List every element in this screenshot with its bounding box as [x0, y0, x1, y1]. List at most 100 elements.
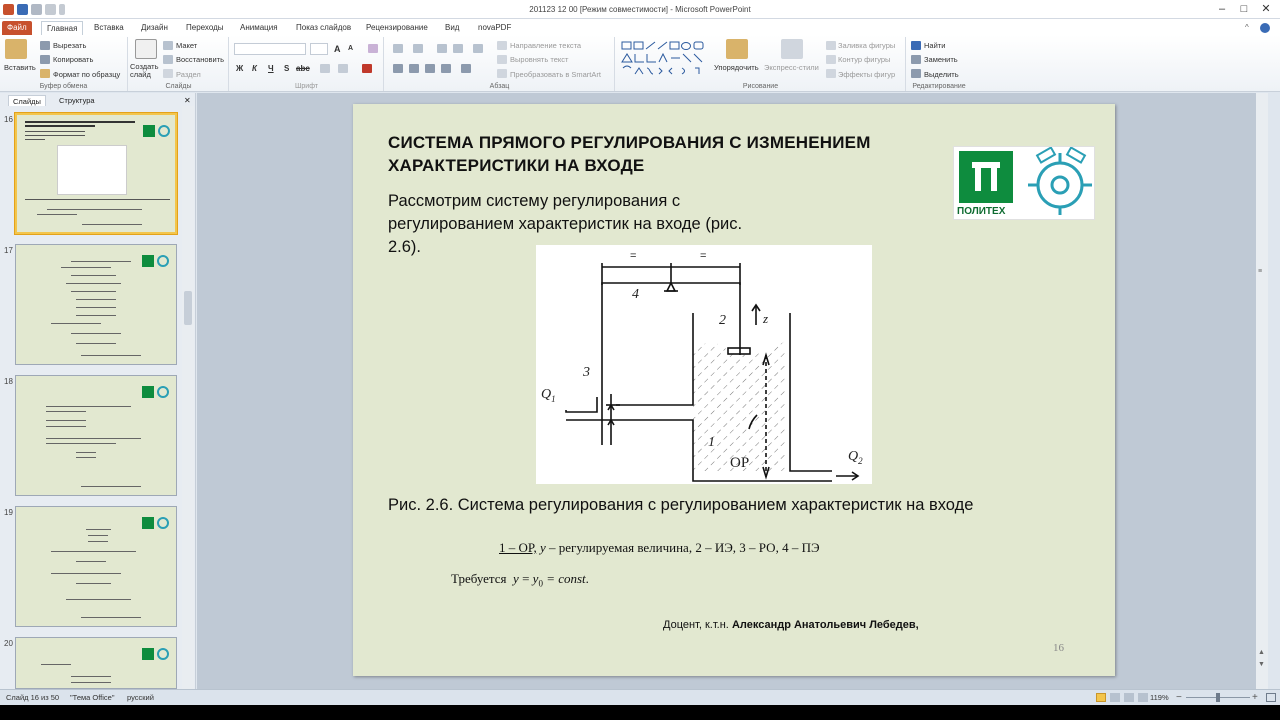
select-button[interactable]: Выделить	[924, 70, 959, 79]
normal-view-icon[interactable]	[1096, 693, 1106, 702]
shape-fill-button[interactable]: Заливка фигуры	[838, 41, 895, 50]
slide-sorter-icon[interactable]	[1110, 693, 1120, 702]
bold-button[interactable]: Ж	[236, 64, 243, 73]
smartart-icon[interactable]	[497, 69, 507, 78]
figure-caption[interactable]: Рис. 2.6. Система регулирования с регули…	[388, 496, 1088, 515]
requirement-line[interactable]: Требуется y = y0 = const.	[451, 571, 589, 589]
align-center-icon[interactable]	[409, 64, 419, 73]
zoom-slider-thumb[interactable]	[1216, 693, 1220, 702]
reset-button[interactable]: Восстановить	[176, 55, 224, 64]
line-spacing-icon[interactable]	[473, 44, 483, 53]
slide-thumbnail[interactable]	[15, 506, 177, 627]
tab-review[interactable]: Рецензирование	[361, 21, 433, 35]
font-name-field[interactable]	[234, 43, 306, 55]
new-slide-icon[interactable]	[135, 39, 157, 59]
prev-slide-icon[interactable]: ▲	[1258, 649, 1266, 659]
char-spacing-icon[interactable]	[320, 64, 330, 73]
numbering-icon[interactable]	[413, 44, 423, 53]
layout-button[interactable]: Макет	[176, 41, 197, 50]
change-case-icon[interactable]	[338, 64, 348, 73]
legend-line[interactable]: 1 – ОР, y – регулируемая величина, 2 – И…	[499, 540, 820, 556]
slide[interactable]: СИСТЕМА ПРЯМОГО РЕГУЛИРОВАНИЯ С ИЗМЕНЕНИ…	[353, 104, 1115, 676]
slide-thumbnail[interactable]	[14, 112, 178, 235]
underline-button[interactable]: Ч	[268, 64, 274, 73]
replace-icon[interactable]	[911, 55, 921, 64]
font-size-field[interactable]	[310, 43, 328, 55]
zoom-level[interactable]: 119%	[1150, 693, 1169, 702]
paste-button[interactable]: Вставить	[4, 63, 36, 72]
italic-button[interactable]: К	[252, 64, 257, 73]
slide-title[interactable]: СИСТЕМА ПРЯМОГО РЕГУЛИРОВАНИЯ С ИЗМЕНЕНИ…	[388, 131, 948, 177]
zoom-in-icon[interactable]: +	[1252, 692, 1258, 703]
align-text-button[interactable]: Выровнять текст	[510, 55, 568, 64]
fit-to-window-icon[interactable]	[1266, 693, 1276, 702]
shape-outline-button[interactable]: Контур фигуры	[838, 55, 890, 64]
tab-animation[interactable]: Анимация	[235, 21, 283, 35]
paste-icon[interactable]	[5, 39, 27, 59]
cut-button[interactable]: Вырезать	[53, 41, 86, 50]
tab-file[interactable]: Файл	[2, 21, 32, 35]
shape-fill-icon[interactable]	[826, 41, 836, 50]
slide-thumbnail[interactable]	[15, 244, 177, 365]
align-left-icon[interactable]	[393, 64, 403, 73]
decrease-indent-icon[interactable]	[437, 44, 447, 53]
author-line[interactable]: Доцент, к.т.н. Александр Анатольевич Леб…	[663, 619, 919, 631]
layout-icon[interactable]	[163, 41, 173, 50]
tab-home[interactable]: Главная	[41, 21, 84, 35]
find-button[interactable]: Найти	[924, 41, 945, 50]
slideshow-icon[interactable]	[1138, 693, 1148, 702]
text-direction-button[interactable]: Направление текста	[510, 41, 581, 50]
close-icon[interactable]: ✕	[1256, 2, 1276, 16]
scroll-split-icon[interactable]: ≡	[1258, 268, 1266, 278]
clear-format-icon[interactable]	[368, 44, 378, 53]
ribbon-collapse-icon[interactable]: ^	[1245, 23, 1255, 32]
shapes-gallery[interactable]	[620, 40, 706, 78]
status-language[interactable]: русский	[127, 693, 154, 702]
arrange-icon[interactable]	[726, 39, 748, 59]
format-painter-icon[interactable]	[40, 69, 50, 78]
tab-view[interactable]: Вид	[440, 21, 464, 35]
slide-thumbnail[interactable]	[15, 637, 177, 689]
editor-scrollbar[interactable]: ≡ ▲ ▼	[1256, 93, 1268, 689]
tab-novapdf[interactable]: novaPDF	[473, 21, 516, 35]
minimize-icon[interactable]: –	[1212, 2, 1232, 16]
find-icon[interactable]	[911, 41, 921, 50]
format-painter-button[interactable]: Формат по образцу	[53, 70, 120, 79]
close-panel-icon[interactable]: ✕	[184, 96, 191, 105]
smartart-button[interactable]: Преобразовать в SmartArt	[510, 70, 601, 79]
shrink-font-button[interactable]: A	[348, 45, 353, 52]
copy-button[interactable]: Копировать	[53, 55, 93, 64]
justify-icon[interactable]	[441, 64, 451, 73]
slide-thumbnail[interactable]	[15, 375, 177, 496]
maximize-icon[interactable]: □	[1234, 2, 1254, 16]
tab-slides-panel[interactable]: Слайды	[8, 95, 46, 106]
section-icon[interactable]	[163, 69, 173, 78]
align-text-icon[interactable]	[497, 55, 507, 64]
shape-effects-button[interactable]: Эффекты фигур	[838, 70, 895, 79]
align-right-icon[interactable]	[425, 64, 435, 73]
panel-scrollbar[interactable]	[182, 106, 194, 689]
tab-outline-panel[interactable]: Структура	[55, 95, 99, 106]
increase-indent-icon[interactable]	[453, 44, 463, 53]
quick-styles-button[interactable]: Экспресс-стили	[764, 63, 819, 72]
section-button[interactable]: Раздел	[176, 70, 201, 79]
copy-icon[interactable]	[40, 55, 50, 64]
reading-view-icon[interactable]	[1124, 693, 1134, 702]
next-slide-icon[interactable]: ▼	[1258, 661, 1266, 671]
bullets-icon[interactable]	[393, 44, 403, 53]
help-icon[interactable]	[1260, 23, 1270, 33]
zoom-out-icon[interactable]: −	[1176, 692, 1182, 703]
status-theme[interactable]: "Тема Office"	[70, 693, 115, 702]
quick-styles-icon[interactable]	[781, 39, 803, 59]
tab-slideshow[interactable]: Показ слайдов	[291, 21, 356, 35]
arrange-button[interactable]: Упорядочить	[714, 63, 759, 72]
scroll-thumb[interactable]	[184, 291, 192, 325]
reset-icon[interactable]	[163, 55, 173, 64]
tab-insert[interactable]: Вставка	[89, 21, 129, 35]
tab-design[interactable]: Дизайн	[136, 21, 173, 35]
columns-icon[interactable]	[461, 64, 471, 73]
replace-button[interactable]: Заменить	[924, 55, 958, 64]
new-slide-button[interactable]: Создать слайд	[130, 63, 164, 79]
cut-icon[interactable]	[40, 41, 50, 50]
text-direction-icon[interactable]	[497, 41, 507, 50]
